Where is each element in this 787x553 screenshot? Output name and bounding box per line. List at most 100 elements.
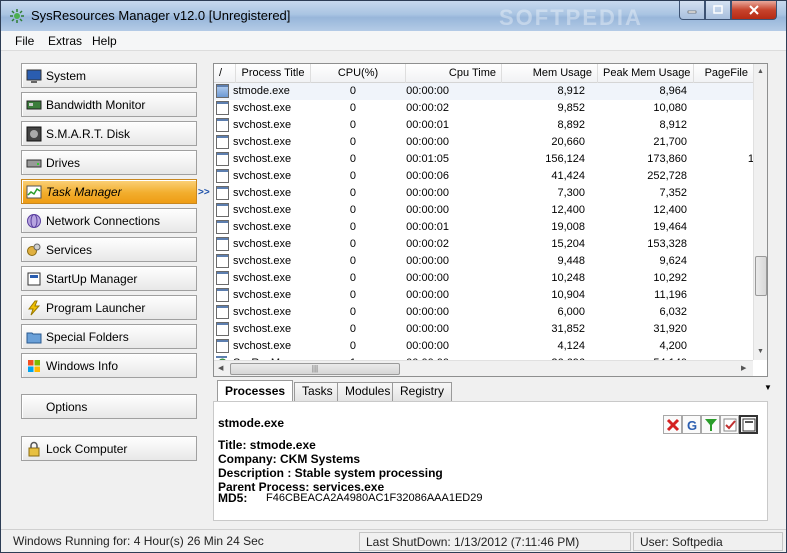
column-header-cpu[interactable]: CPU(%) (311, 64, 406, 83)
cell-cpu-time: 00:00:00 (406, 136, 449, 148)
chevron-down-icon[interactable]: ▼ (764, 383, 772, 392)
sidebar-item-label: Drives (46, 155, 81, 170)
sidebar-item-label: Services (46, 242, 93, 257)
selected-process-name: stmode.exe (218, 416, 285, 430)
process-window-icon (216, 203, 229, 217)
column-header-cpu-time[interactable]: Cpu Time (406, 64, 502, 83)
svg-text:G: G (687, 418, 697, 432)
kill-process-button[interactable] (663, 415, 682, 434)
table-row[interactable]: svchost.exe 0 00:00:00 10,248 10,292 (214, 270, 754, 287)
process-window-icon (216, 305, 229, 319)
sidebar-item-program-launcher[interactable]: Program Launcher (21, 295, 197, 320)
table-row[interactable]: svchost.exe 0 00:01:05 156,124 173,860 1 (214, 151, 754, 168)
table-row[interactable]: svchost.exe 0 00:00:00 7,300 7,352 (214, 185, 754, 202)
cell-mem-usage: 6,000 (557, 306, 585, 318)
cell-process-title: svchost.exe (233, 102, 292, 114)
table-row[interactable]: svchost.exe 0 00:00:00 20,660 21,700 (214, 134, 754, 151)
tab-processes[interactable]: Processes (217, 380, 294, 401)
google-search-button[interactable]: G (682, 415, 701, 434)
column-header-mem-usage[interactable]: Mem Usage (502, 64, 598, 83)
table-row[interactable]: svchost.exe 0 00:00:02 15,204 153,328 (214, 236, 754, 253)
column-header-peak-mem[interactable]: Peak Mem Usage (598, 64, 694, 83)
menu-extras[interactable]: Extras (48, 34, 82, 48)
cell-cpu-time: 00:00:02 (406, 238, 449, 250)
filter-button[interactable] (701, 415, 720, 434)
table-row[interactable]: svchost.exe 0 00:00:00 12,400 12,400 (214, 202, 754, 219)
table-row[interactable]: svchost.exe 0 00:00:01 8,892 8,912 (214, 117, 754, 134)
process-window-icon (216, 101, 229, 115)
cell-cpu: 0 (349, 102, 356, 114)
sidebar-item-bandwidth-monitor[interactable]: Bandwidth Monitor (21, 92, 197, 117)
status-bar: Windows Running for: 4 Hour(s) 26 Min 24… (1, 529, 786, 552)
cell-peak-mem: 10,080 (653, 102, 687, 114)
sidebar-item-system[interactable]: System (21, 63, 197, 88)
cell-peak-mem: 10,292 (653, 272, 687, 284)
cell-mem-usage: 10,904 (551, 289, 585, 301)
column-header-process-title[interactable]: Process Title (236, 64, 311, 83)
cell-process-title: svchost.exe (233, 153, 292, 165)
vertical-scrollbar[interactable]: ▲ ▼ (753, 64, 767, 360)
cell-mem-usage: 156,124 (545, 153, 585, 165)
vertical-scroll-thumb[interactable] (755, 256, 767, 296)
table-row[interactable]: svchost.exe 0 00:00:00 31,852 31,920 (214, 321, 754, 338)
detail-company: Company: CKM Systems (218, 452, 361, 466)
table-row[interactable]: svchost.exe 0 00:00:01 19,008 19,464 (214, 219, 754, 236)
cell-cpu: 0 (349, 340, 356, 352)
lock-computer-button[interactable]: Lock Computer (21, 436, 197, 461)
cell-process-title: stmode.exe (233, 85, 290, 97)
tab-modules[interactable]: Modules (337, 382, 399, 401)
menu-file[interactable]: File (15, 34, 34, 48)
cell-mem-usage: 41,424 (551, 170, 585, 182)
scroll-left-icon[interactable]: ◀ (218, 364, 223, 372)
table-row[interactable]: svchost.exe 0 00:00:00 4,124 4,200 (214, 338, 754, 355)
cell-cpu-time: 00:00:00 (406, 289, 449, 301)
process-list[interactable]: / Process Title CPU(%) Cpu Time Mem Usag… (213, 63, 768, 377)
sidebar-item-services[interactable]: Services (21, 237, 197, 262)
cell-process-title: svchost.exe (233, 289, 292, 301)
menu-help[interactable]: Help (92, 34, 117, 48)
table-row[interactable]: stmode.exe 0 00:00:00 8,912 8,964 (214, 83, 754, 100)
sidebar-item-drives[interactable]: Drives (21, 150, 197, 175)
cell-process-title: svchost.exe (233, 255, 292, 267)
check-button[interactable] (720, 415, 739, 434)
active-indicator-icon: >> (198, 187, 210, 198)
sidebar-item-network-connections[interactable]: Network Connections (21, 208, 197, 233)
close-button[interactable] (731, 1, 777, 20)
tab-registry-keys[interactable]: Registry Keys (392, 382, 453, 415)
maximize-button[interactable] (705, 1, 731, 20)
sidebar-item-task-manager[interactable]: Task Manager (21, 179, 197, 204)
cell-peak-mem: 8,964 (659, 85, 687, 97)
tab-tasks[interactable]: Tasks (294, 382, 341, 401)
column-header-icon[interactable]: / (214, 64, 236, 83)
title-bar[interactable]: SysResources Manager v12.0 [Unregistered… (1, 1, 786, 31)
process-window-icon (216, 288, 229, 302)
table-row[interactable]: svchost.exe 0 00:00:02 9,852 10,080 (214, 100, 754, 117)
table-row[interactable]: svchost.exe 0 00:00:00 9,448 9,624 (214, 253, 754, 270)
scroll-right-icon[interactable]: ▶ (741, 364, 746, 372)
process-window-icon (216, 152, 229, 166)
cell-cpu: 0 (349, 119, 356, 131)
cell-peak-mem: 4,200 (659, 340, 687, 352)
cell-peak-mem: 252,728 (647, 170, 687, 182)
scroll-down-icon[interactable]: ▼ (757, 348, 764, 355)
sidebar-item-special-folders[interactable]: Special Folders (21, 324, 197, 349)
detail-title: Title: stmode.exe (218, 438, 316, 452)
cell-cpu: 0 (349, 153, 356, 165)
cell-cpu: 0 (349, 306, 356, 318)
sidebar-item-smart-disk[interactable]: S.M.A.R.T. Disk (21, 121, 197, 146)
minimize-button[interactable] (679, 1, 705, 20)
sidebar-item-startup-manager[interactable]: StartUp Manager (21, 266, 197, 291)
folder-icon (26, 332, 42, 343)
cell-mem-usage: 12,400 (551, 204, 585, 216)
options-button[interactable]: Options (21, 394, 197, 419)
horizontal-scroll-thumb[interactable]: ||| (230, 363, 400, 375)
cell-process-title: svchost.exe (233, 204, 292, 216)
table-row[interactable]: svchost.exe 0 00:00:06 41,424 252,728 (214, 168, 754, 185)
sidebar-item-windows-info[interactable]: Windows Info (21, 353, 197, 378)
properties-button[interactable] (739, 415, 758, 434)
table-row[interactable]: svchost.exe 0 00:00:00 6,000 6,032 (214, 304, 754, 321)
column-header-pagefile[interactable]: PageFile (694, 64, 754, 83)
table-row[interactable]: svchost.exe 0 00:00:00 10,904 11,196 (214, 287, 754, 304)
scroll-up-icon[interactable]: ▲ (757, 68, 764, 75)
horizontal-scrollbar[interactable]: ◀ ||| ▶ (214, 360, 753, 376)
